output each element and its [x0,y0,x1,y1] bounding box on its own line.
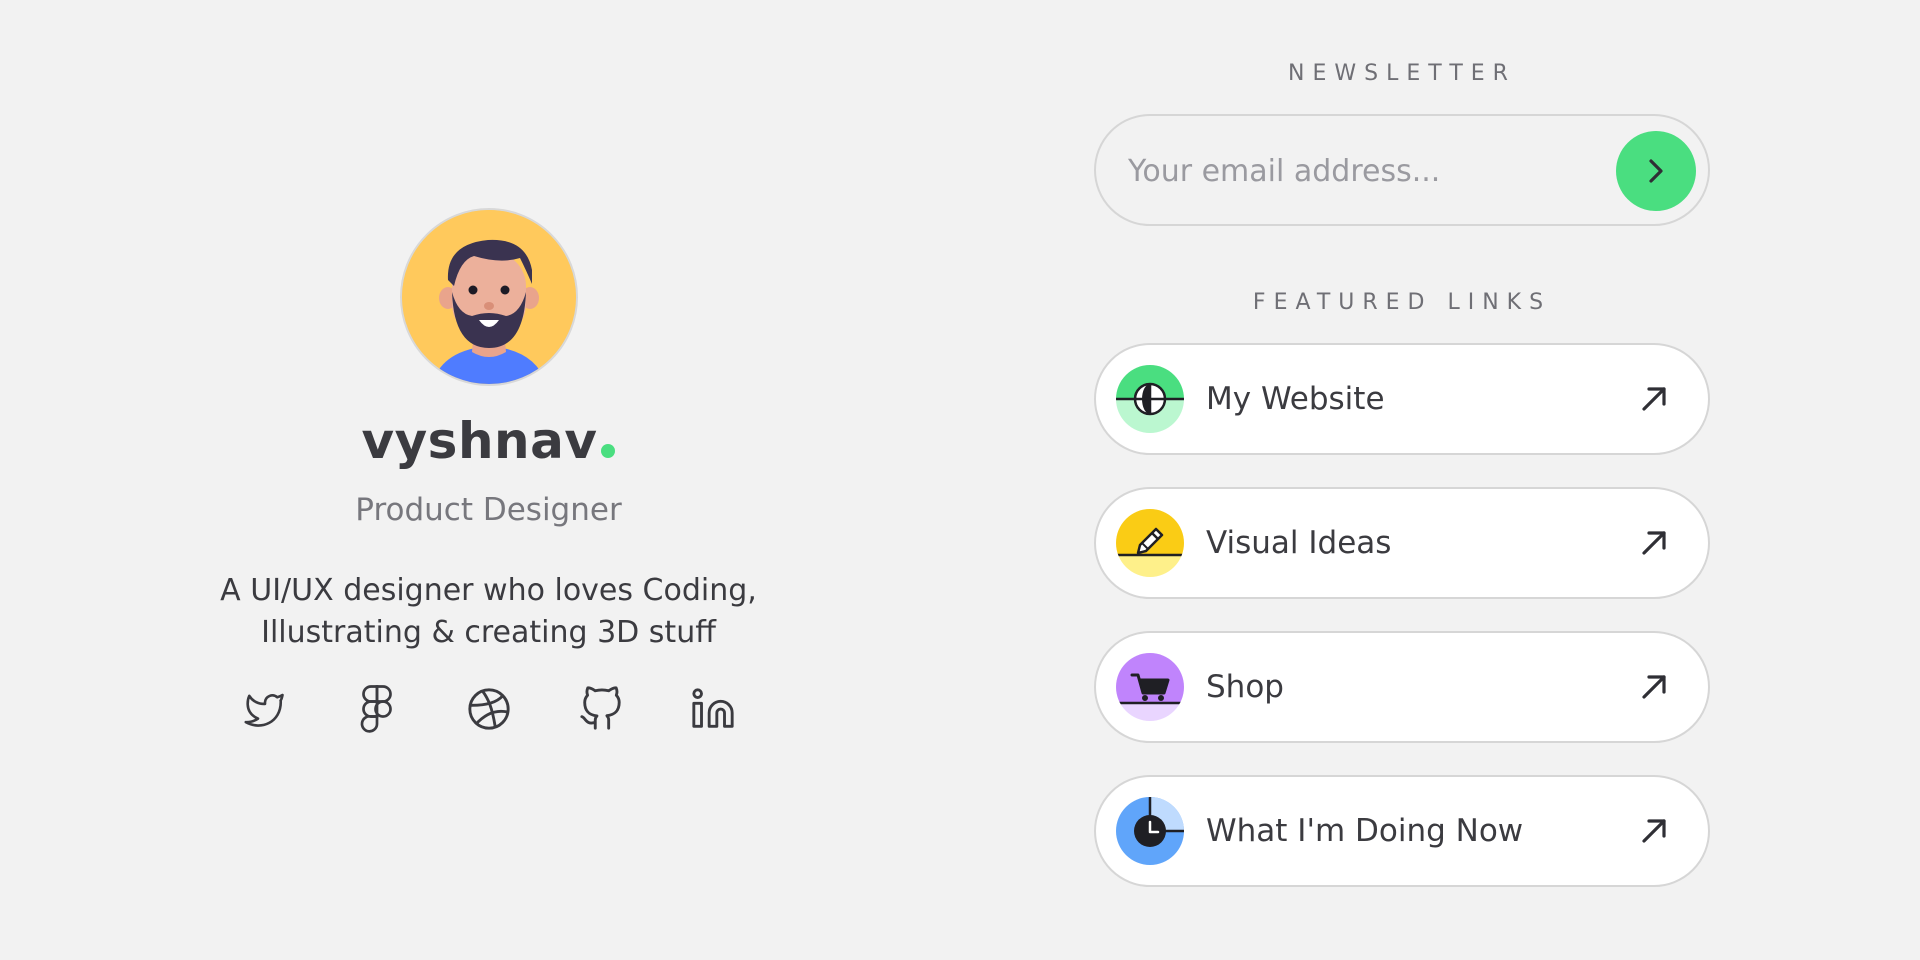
profile-bio-line: A UI/UX designer who loves Coding, [220,573,757,608]
avatar [399,208,578,386]
featured-link-label: What I'm Doing Now [1206,813,1524,849]
featured-link-label: Shop [1206,669,1284,705]
dribbble-icon [467,688,510,730]
arrow-up-right-icon [1642,819,1666,843]
profile-bio: A UI/UX designer who loves Coding, Illus… [180,570,797,654]
newsletter-submit-button[interactable] [1616,131,1696,211]
profile-name: vyshnav [361,412,598,470]
arrow-up-right-icon [1642,675,1666,699]
featured-link-shop[interactable]: Shop [1094,631,1710,743]
email-input[interactable] [1126,116,1590,226]
github-icon [579,686,621,730]
profile-bio-line: Illustrating & creating 3D stuff [261,615,716,650]
featured-link-label: Visual Ideas [1206,525,1392,561]
chevron-right-icon [1649,159,1663,183]
dribbble-link[interactable] [464,684,514,734]
arrow-up-right-icon [1642,387,1666,411]
globe-icon [1116,365,1184,433]
featured-link-label: My Website [1206,381,1385,417]
name-accent-dot [601,444,616,458]
clock-icon [1116,797,1184,865]
pencil-icon [1116,509,1184,577]
github-link[interactable] [576,684,626,734]
page: vyshnav Product Designer A UI/UX designe… [0,0,1920,960]
featured-link-doing-now[interactable]: What I'm Doing Now [1094,775,1710,887]
featured-link-my-website[interactable]: My Website [1094,343,1710,455]
linkedin-link[interactable] [688,684,738,734]
featured-links-list: My Website Visual Ideas Shop What I'm Do… [1094,343,1710,887]
featured-link-visual-ideas[interactable]: Visual Ideas [1094,487,1710,599]
twitter-link[interactable] [240,684,290,734]
arrow-up-right-icon [1642,531,1666,555]
profile-role: Product Designer [355,492,622,528]
twitter-icon [243,693,284,727]
profile-name-row: vyshnav [180,416,797,466]
featured-links-title: FEATURED LINKS [1252,290,1552,315]
profile-section: vyshnav Product Designer A UI/UX designe… [180,208,797,734]
newsletter-title: NEWSLETTER [1288,61,1516,86]
right-column: NEWSLETTER FEATURED LINKS [1094,0,1710,919]
cart-icon [1116,653,1184,721]
figma-link[interactable] [352,684,402,734]
newsletter-form [1094,114,1710,226]
linkedin-icon [691,688,734,728]
figma-icon [360,685,392,733]
social-links [180,684,797,734]
